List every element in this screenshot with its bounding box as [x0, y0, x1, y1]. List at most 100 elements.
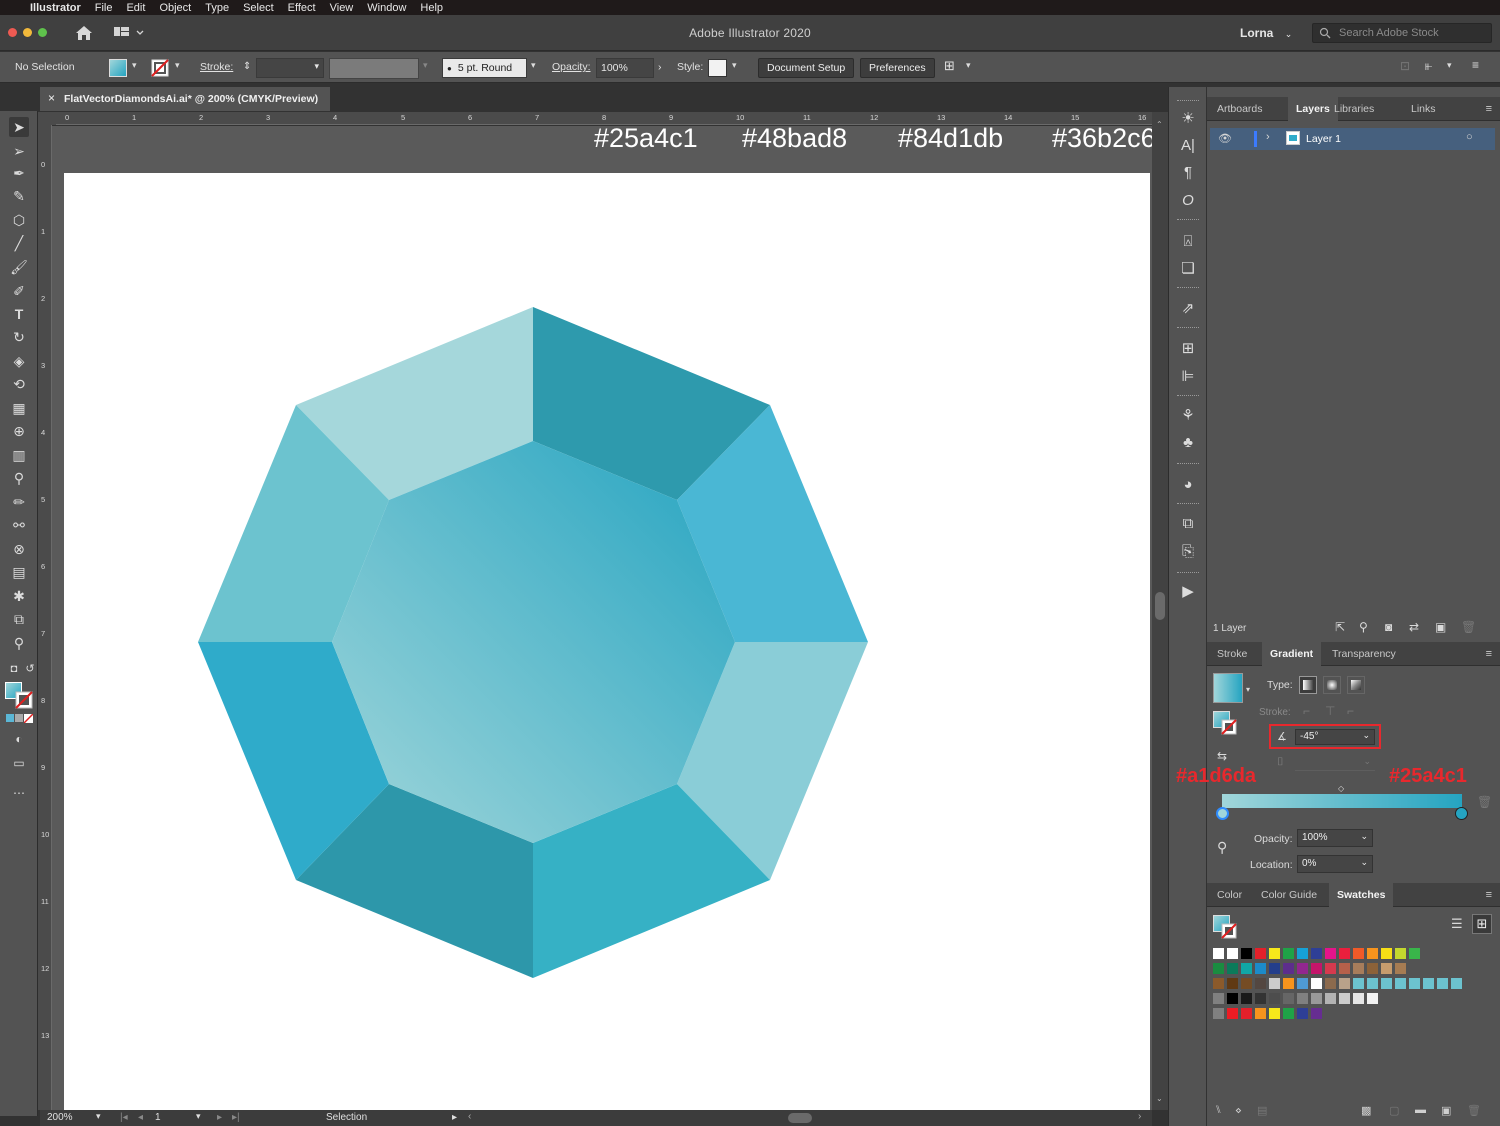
aspect-ratio-field[interactable]: ⌄ — [1295, 755, 1375, 771]
freeform-gradient-button[interactable] — [1347, 676, 1365, 694]
chevron-right-icon[interactable]: › — [658, 61, 662, 73]
layer-row[interactable]: 👁︎ › Layer 1 ○ — [1210, 128, 1495, 150]
arrange-documents-icon[interactable]: ⊞ — [944, 58, 955, 74]
color-swatch[interactable] — [1325, 993, 1336, 1004]
color-themes-icon[interactable]: ☀ — [1178, 109, 1198, 129]
perspective-grid-tool-icon[interactable]: ▤ — [9, 562, 29, 582]
stroke-stepper-icon[interactable]: ⇕ — [243, 61, 251, 72]
search-stock-input[interactable]: Search Adobe Stock — [1312, 23, 1492, 43]
color-swatch[interactable] — [1395, 963, 1406, 974]
shaper-tool-icon[interactable]: ✐ — [9, 281, 29, 301]
stop-location-field[interactable]: 0% ⌄ — [1297, 855, 1373, 873]
edit-toolbar-icon[interactable]: ⋯ — [9, 783, 29, 803]
tab-links[interactable]: Links — [1403, 97, 1444, 121]
align-panel-icon[interactable]: ⊫ — [1178, 367, 1198, 387]
color-swatch[interactable] — [1269, 963, 1280, 974]
color-swatch[interactable] — [1283, 993, 1294, 1004]
paragraph-icon[interactable]: ¶ — [1178, 163, 1198, 183]
draw-mode-icon[interactable]: ◐ — [9, 729, 29, 749]
new-color-group-icon[interactable]: ▩ — [1361, 1104, 1371, 1117]
delete-swatch-icon[interactable]: 🗑︎ — [1467, 1104, 1481, 1117]
color-swatch[interactable] — [1227, 993, 1238, 1004]
menu-help[interactable]: Help — [420, 2, 443, 14]
type-tool-icon[interactable]: T — [9, 304, 29, 324]
color-swatch[interactable] — [1325, 978, 1336, 989]
menu-file[interactable]: File — [95, 2, 113, 14]
graph-tool-icon[interactable]: ▥ — [9, 445, 29, 465]
dock-grip[interactable] — [1177, 463, 1199, 465]
color-swatch[interactable] — [1367, 948, 1378, 959]
expand-layer-icon[interactable]: › — [1266, 131, 1270, 143]
new-sublayer-icon[interactable]: ⇄ — [1409, 620, 1419, 634]
dock-grip[interactable] — [1177, 327, 1199, 329]
color-swatch[interactable] — [1311, 1008, 1322, 1019]
tab-transparency[interactable]: Transparency — [1324, 642, 1404, 666]
eraser-tool-icon[interactable]: ◈ — [9, 351, 29, 371]
color-swatch[interactable] — [1353, 948, 1364, 959]
first-artboard-icon[interactable]: |◂ — [120, 1112, 128, 1123]
color-swatch[interactable] — [1395, 978, 1406, 989]
color-swatch[interactable] — [1423, 978, 1434, 989]
menu-type[interactable]: Type — [205, 2, 229, 14]
none-mode-icon[interactable] — [24, 714, 33, 723]
dock-grip[interactable] — [1177, 219, 1199, 221]
color-swatch[interactable] — [1297, 978, 1308, 989]
tab-libraries[interactable]: Libraries — [1326, 97, 1382, 121]
brush-definition-field[interactable]: ● 5 pt. Round — [442, 58, 527, 78]
tab-swatches[interactable]: Swatches — [1329, 883, 1394, 907]
color-swatch[interactable] — [1367, 993, 1378, 1004]
color-swatch[interactable] — [1297, 948, 1308, 959]
curvature-tool-icon[interactable]: ✎ — [9, 186, 29, 206]
symbol-club-icon[interactable]: ♣ — [1178, 433, 1198, 453]
chevron-down-icon[interactable]: ▾ — [1447, 60, 1452, 71]
gradient-preview[interactable] — [1213, 673, 1243, 703]
color-swatch[interactable] — [1213, 948, 1224, 959]
artboard[interactable] — [64, 173, 1150, 1110]
opacity-field[interactable]: 100% — [596, 58, 654, 78]
stroke-color-icon[interactable] — [15, 691, 33, 709]
align-icon[interactable]: ⊡ — [1400, 59, 1410, 73]
menu-edit[interactable]: Edit — [126, 2, 145, 14]
color-swatch[interactable] — [1213, 978, 1224, 989]
transform-icon[interactable]: ⫦ — [1425, 58, 1432, 74]
tab-color-guide[interactable]: Color Guide — [1253, 883, 1325, 907]
color-swatch[interactable] — [1339, 948, 1350, 959]
ruler-origin[interactable] — [38, 112, 56, 125]
stop-opacity-field[interactable]: 100% ⌄ — [1297, 829, 1373, 847]
color-swatch[interactable] — [1241, 978, 1252, 989]
transform-panel-icon[interactable]: ⊞ — [1178, 339, 1198, 359]
preferences-button[interactable]: Preferences — [860, 58, 935, 78]
image-trace-icon[interactable]: ⎘ — [1178, 542, 1198, 562]
color-swatch[interactable] — [1353, 993, 1364, 1004]
next-artboard-icon[interactable]: ▸ — [217, 1112, 222, 1123]
document-tab[interactable]: × FlatVectorDiamondsAi.ai* @ 200% (CMYK/… — [40, 87, 330, 111]
status-menu-icon[interactable]: ▸ — [452, 1112, 457, 1123]
show-swatch-kinds-icon[interactable]: ⋄ — [1235, 1104, 1242, 1117]
color-swatch[interactable] — [1255, 948, 1266, 959]
locate-object-icon[interactable]: ⚲ — [1359, 620, 1368, 634]
color-swatch[interactable] — [1353, 963, 1364, 974]
vertical-scroll-thumb[interactable] — [1155, 592, 1165, 620]
color-swatch[interactable] — [1269, 993, 1280, 1004]
gradient-mode-icon[interactable] — [15, 714, 23, 722]
gradient-tool-icon[interactable]: ▦ — [9, 398, 29, 418]
color-swatch[interactable] — [1311, 948, 1322, 959]
opentype-icon[interactable]: O — [1178, 191, 1198, 211]
previous-artboard-icon[interactable]: ◂ — [138, 1112, 143, 1123]
color-swatch[interactable] — [1283, 963, 1294, 974]
color-swatch[interactable] — [1409, 978, 1420, 989]
color-swatch[interactable] — [1339, 993, 1350, 1004]
color-swatch[interactable] — [1269, 978, 1280, 989]
radial-gradient-button[interactable] — [1323, 676, 1341, 694]
color-swatch[interactable] — [1241, 963, 1252, 974]
color-swatch[interactable] — [1381, 948, 1392, 959]
eyedropper-tool-icon[interactable]: ⚲ — [9, 468, 29, 488]
gem-center-gradient[interactable] — [332, 441, 735, 843]
color-swatch[interactable] — [1283, 1008, 1294, 1019]
visibility-eye-icon[interactable]: 👁︎ — [1218, 132, 1232, 145]
dock-grip[interactable] — [1177, 395, 1199, 397]
color-swatch[interactable] — [1255, 1008, 1266, 1019]
color-swatch[interactable] — [1353, 978, 1364, 989]
stroke-none-swatch[interactable] — [151, 59, 169, 77]
chevron-down-icon[interactable]: ▾ — [966, 60, 971, 71]
